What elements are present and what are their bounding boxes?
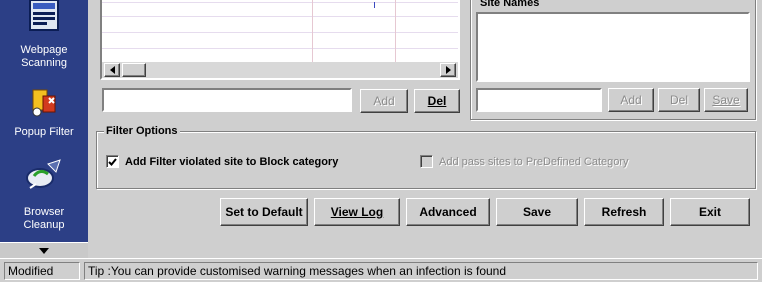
status-state: Modified [4,262,80,280]
nav-item-label: Cleanup [23,219,65,231]
status-bar: Modified Tip :You can provide customised… [0,258,762,282]
site-names-title: Site Names [478,0,542,9]
grid-line [102,16,458,17]
grid-line [395,0,396,62]
scroll-thumb[interactable] [122,63,146,77]
add-pass-checkbox[interactable] [420,155,433,168]
refresh-button[interactable]: Refresh [584,198,664,226]
url-add-button[interactable]: Add [360,89,408,113]
url-del-button[interactable]: Del [414,89,460,113]
view-log-label: View Log [330,205,384,219]
grid-line [102,32,458,33]
nav-item-label: Webpage [20,44,68,56]
save-button[interactable]: Save [496,198,578,226]
rail-scroll-down-button[interactable] [0,242,88,258]
nav-item-label: Popup Filter [14,126,74,138]
url-del-label: Del [427,94,447,108]
site-name-input[interactable] [476,88,602,112]
text-cursor [374,2,375,8]
webpage-scanning-icon [29,0,59,31]
arrow-left-icon [109,66,115,74]
block-violated-checkbox-row[interactable]: Add Filter violated site to Block catego… [106,155,338,168]
site-del-button[interactable]: Del [658,88,700,112]
refresh-label: Refresh [601,205,647,219]
filter-options-title: Filter Options [104,125,180,137]
scroll-left-button[interactable] [104,63,120,77]
site-save-button[interactable]: Save [704,88,748,112]
set-to-default-button[interactable]: Set to Default [220,198,308,226]
popup-filter-icon [32,89,56,117]
block-violated-checkbox[interactable] [106,155,119,168]
nav-item-webpage-scanning[interactable]: Webpage Scanning [0,0,88,70]
site-names-list[interactable] [476,12,750,82]
grid-line [312,0,313,62]
site-add-label: Add [620,93,642,107]
site-add-button[interactable]: Add [608,88,654,112]
set-to-default-label: Set to Default [225,205,303,219]
nav-rail: Webpage Scanning Popup Filter Browser Cl… [0,0,88,258]
add-pass-checkbox-row[interactable]: Add pass sites to PreDefined Category [420,155,629,168]
browser-cleanup-icon [26,159,61,189]
url-list-hscrollbar[interactable] [100,62,460,80]
site-save-label: Save [712,93,740,107]
save-label: Save [522,205,552,219]
add-pass-label: Add pass sites to PreDefined Category [439,155,629,168]
exit-label: Exit [698,205,721,219]
scroll-right-button[interactable] [440,63,456,77]
site-del-label: Del [669,93,688,107]
url-list[interactable] [100,0,460,62]
url-add-label: Add [373,94,395,108]
status-tip: Tip :You can provide customised warning … [84,262,758,280]
exit-button[interactable]: Exit [670,198,750,226]
nav-item-label: Scanning [21,57,67,69]
advanced-button[interactable]: Advanced [406,198,490,226]
checkmark-icon [108,157,117,166]
block-violated-label: Add Filter violated site to Block catego… [125,155,339,168]
grid-line [102,2,458,3]
url-input[interactable] [102,88,352,112]
view-log-button[interactable]: View Log [314,198,400,226]
grid-line [102,48,458,49]
nav-item-label: Browser [23,206,65,218]
chevron-down-icon [39,247,49,254]
arrow-right-icon [445,66,451,74]
advanced-label: Advanced [419,205,477,219]
nav-item-popup-filter[interactable]: Popup Filter [0,88,88,139]
nav-item-browser-cleanup[interactable]: Browser Cleanup [0,158,88,232]
